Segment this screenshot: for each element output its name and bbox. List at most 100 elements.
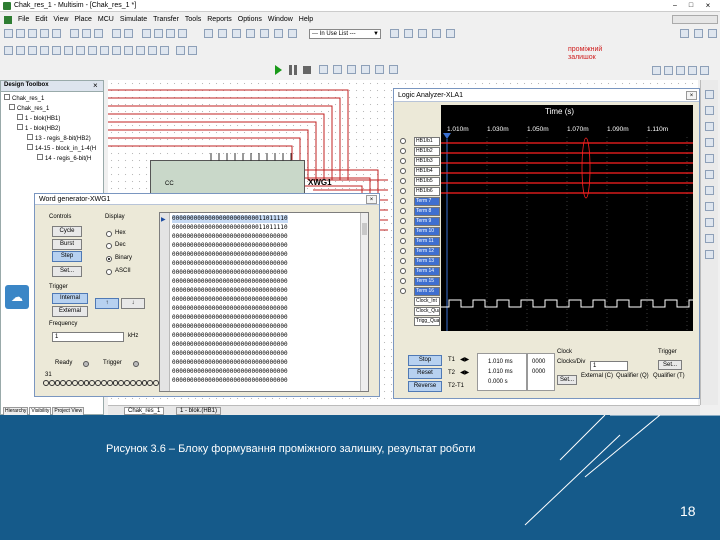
electromech-icon[interactable] <box>160 46 169 55</box>
tree-item[interactable]: Chak_res_1 <box>9 104 49 114</box>
power-icon[interactable] <box>124 46 133 55</box>
indicator-icon[interactable] <box>112 46 121 55</box>
help-icon[interactable] <box>446 29 455 38</box>
hier-block-icon[interactable] <box>176 46 185 55</box>
misc-icon[interactable] <box>136 46 145 55</box>
menu-tools[interactable]: Tools <box>185 16 201 23</box>
signal-label[interactable]: HB1/b6 <box>414 187 440 196</box>
zoom-fit-icon[interactable] <box>178 29 187 38</box>
new-icon[interactable] <box>4 29 13 38</box>
word-row[interactable]: 00000000000000000000000000000000 <box>172 341 288 349</box>
burst-button[interactable]: Burst <box>52 239 82 250</box>
source-icon[interactable] <box>4 46 13 55</box>
menu-simulate[interactable]: Simulate <box>120 16 147 23</box>
tree-item[interactable]: 1 - blok(HB2) <box>17 124 60 134</box>
redo-icon[interactable] <box>124 29 133 38</box>
signal-label[interactable]: Term 12 <box>414 247 440 256</box>
open-icon[interactable] <box>16 29 25 38</box>
menu-help[interactable]: Help <box>299 16 313 23</box>
search-icon[interactable] <box>432 29 441 38</box>
word-row[interactable]: 00000000000000000000000000000000 <box>172 278 288 286</box>
word-row[interactable]: 00000000000000000000000000000000 <box>172 368 288 376</box>
transistor-icon[interactable] <box>40 46 49 55</box>
signal-label[interactable]: HB1/b4 <box>414 167 440 176</box>
menu-view[interactable]: View <box>53 16 68 23</box>
signal-label[interactable]: Term 16 <box>414 287 440 296</box>
word-row[interactable]: 00000000000000000000000000000000 <box>172 233 288 241</box>
word-row[interactable]: 00000000000000000000000000000000 <box>172 350 288 358</box>
cloud-upload-button[interactable]: ☁ <box>5 285 29 309</box>
copy-icon[interactable] <box>82 29 91 38</box>
menu-transfer[interactable]: Transfer <box>153 16 179 23</box>
diode-icon[interactable] <box>28 46 37 55</box>
instrument-function-gen-icon[interactable] <box>705 106 714 115</box>
run-icon[interactable] <box>275 65 282 75</box>
cycle-button[interactable]: Cycle <box>52 226 82 237</box>
signal-label[interactable]: Clock_Qua <box>414 307 440 316</box>
word-row[interactable]: 00000000000000000000000011011110 <box>172 215 288 223</box>
probe-icon[interactable] <box>418 29 427 38</box>
signal-label[interactable]: Term 8 <box>414 207 440 216</box>
stop-button[interactable]: Stop <box>408 355 442 366</box>
reverse-button[interactable]: Reverse <box>408 381 442 392</box>
doc-tab-blok-hb1[interactable]: 1 - blok.(HB1) <box>176 407 222 415</box>
code-icon[interactable] <box>404 29 413 38</box>
frequency-input[interactable]: 1 <box>52 332 124 342</box>
erc-icon[interactable] <box>274 29 283 38</box>
print-icon[interactable] <box>40 29 49 38</box>
bus-icon[interactable] <box>188 46 197 55</box>
word-list-scrollbar[interactable] <box>360 213 368 391</box>
zoom-icon-1[interactable] <box>652 66 661 75</box>
database-icon[interactable] <box>246 29 255 38</box>
tree-item[interactable]: 14-15 - block_in_1-4(H <box>27 144 96 154</box>
radio-binary[interactable] <box>106 256 112 262</box>
paste-icon[interactable] <box>94 29 103 38</box>
rising-edge-button[interactable]: ↑ <box>95 298 119 309</box>
menu-file[interactable]: File <box>18 16 29 23</box>
zoom-icon-4[interactable] <box>688 66 697 75</box>
zoom-icon-3[interactable] <box>676 66 685 75</box>
step-icon-5[interactable] <box>375 65 384 74</box>
word-row[interactable]: 00000000000000000000000011011110 <box>172 224 288 232</box>
word-row[interactable]: 00000000000000000000000000000000 <box>172 377 288 385</box>
t1-cursor-marker[interactable] <box>443 133 451 139</box>
instrument-converter-icon[interactable] <box>705 218 714 227</box>
tree-root[interactable]: Chak_res_1 <box>4 94 44 104</box>
undo-icon[interactable] <box>112 29 121 38</box>
mixed-icon[interactable] <box>100 46 109 55</box>
step-icon-6[interactable] <box>389 65 398 74</box>
word-row[interactable]: 00000000000000000000000000000000 <box>172 296 288 304</box>
close-button[interactable]: × <box>700 1 716 10</box>
word-row[interactable]: 00000000000000000000000000000000 <box>172 332 288 340</box>
mdi-controls[interactable] <box>672 15 718 24</box>
word-row[interactable]: 00000000000000000000000000000000 <box>172 305 288 313</box>
close-icon[interactable]: × <box>686 91 697 100</box>
signal-label[interactable]: Term 14 <box>414 267 440 276</box>
signal-label[interactable]: HB1/b5 <box>414 177 440 186</box>
t1-left-arrow-icon[interactable]: ◀▶ <box>460 356 469 363</box>
doc-tab-chak-res-1[interactable]: Chak_res_1 <box>124 407 165 415</box>
external-trigger-button[interactable]: External <box>52 306 88 317</box>
instrument-logic-analyzer-icon[interactable] <box>705 202 714 211</box>
trigger-set-button[interactable]: Set... <box>658 360 682 370</box>
back-annotate-icon[interactable] <box>288 29 297 38</box>
instrument-icon-1[interactable] <box>680 29 689 38</box>
tree-item[interactable]: 14 - regis_6-bit(H <box>37 154 91 164</box>
instrument-icon-3[interactable] <box>708 29 717 38</box>
cmos-icon[interactable] <box>76 46 85 55</box>
signal-label[interactable]: Term 9 <box>414 217 440 226</box>
menu-mcu[interactable]: MCU <box>98 16 114 23</box>
close-icon[interactable]: × <box>93 81 98 90</box>
ttl-icon[interactable] <box>64 46 73 55</box>
signal-label[interactable]: Clock_Int <box>414 297 440 306</box>
print-preview-icon[interactable] <box>52 29 61 38</box>
word-row[interactable]: 00000000000000000000000000000000 <box>172 314 288 322</box>
t2-left-arrow-icon[interactable]: ◀▶ <box>460 369 469 376</box>
analog-icon[interactable] <box>52 46 61 55</box>
in-use-list-dropdown[interactable]: --- In Use List --- ▼ <box>309 29 381 39</box>
zoom-icon-5[interactable] <box>700 66 709 75</box>
clocks-div-input[interactable]: 1 <box>590 361 628 371</box>
zoom-icon-2[interactable] <box>664 66 673 75</box>
basic-icon[interactable] <box>16 46 25 55</box>
internal-trigger-button[interactable]: Internal <box>52 293 88 304</box>
